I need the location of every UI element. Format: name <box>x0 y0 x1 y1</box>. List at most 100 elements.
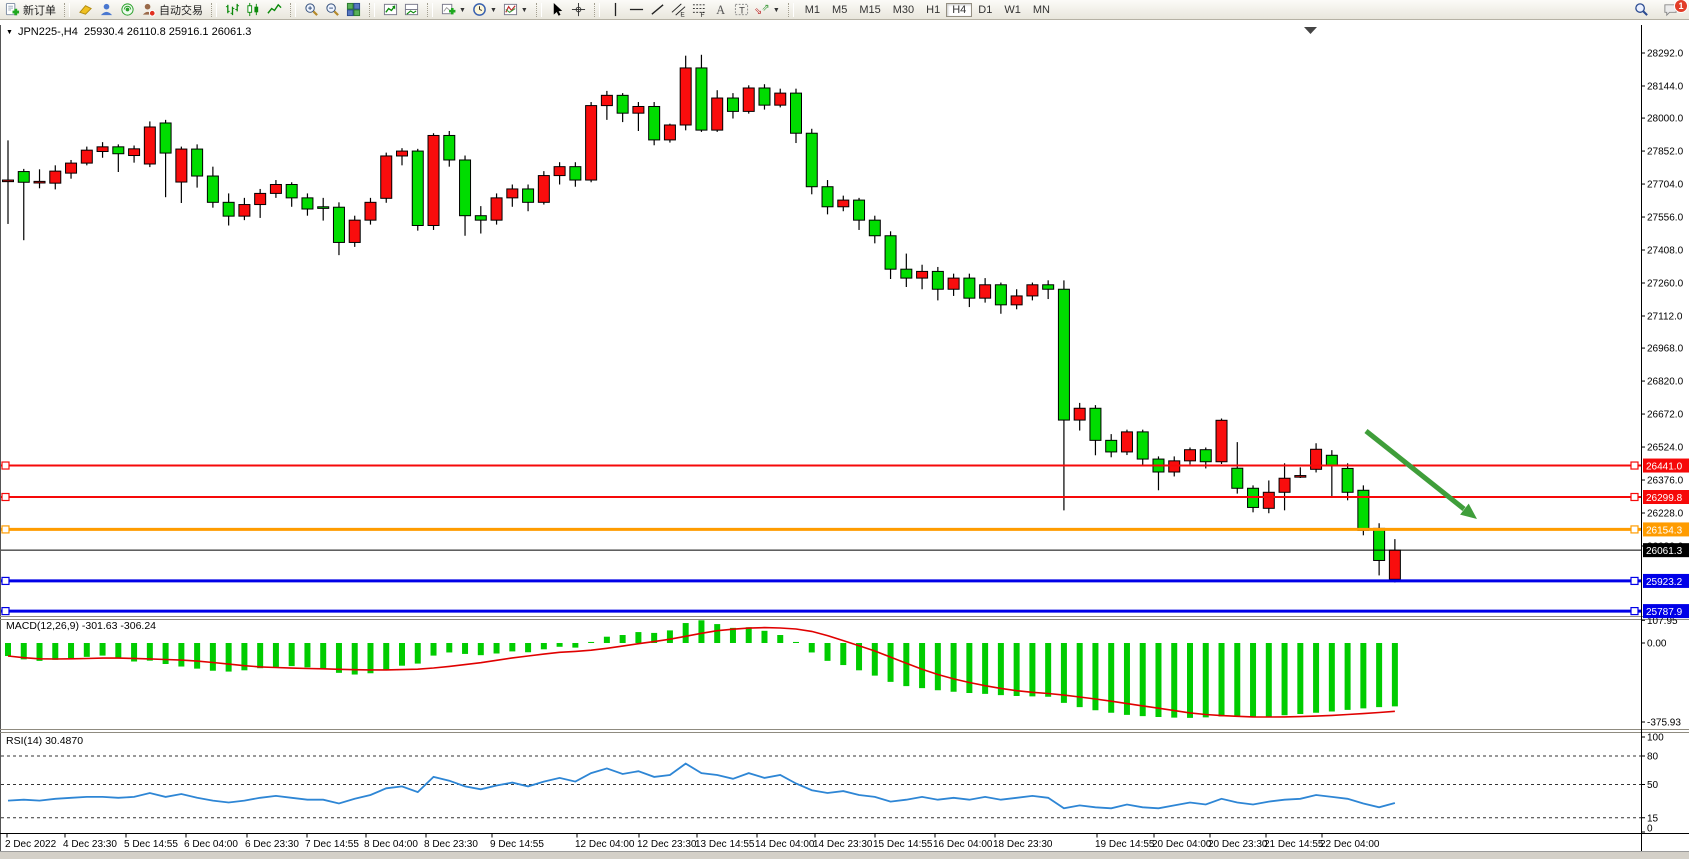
equidistant-channel-button[interactable]: E <box>668 1 689 18</box>
price-badge-26061.3: 26061.3 <box>1643 543 1689 557</box>
toolbar-separator <box>64 3 70 17</box>
svg-text:28292.0: 28292.0 <box>1647 49 1684 60</box>
price-badge-26441.0: 26441.0 <box>1643 459 1689 473</box>
svg-text:27260.0: 27260.0 <box>1647 279 1684 290</box>
svg-text:26376.0: 26376.0 <box>1647 476 1684 487</box>
crosshair-button[interactable] <box>568 1 589 18</box>
tiles-icon <box>346 2 361 17</box>
chart-canvas[interactable]: 107.950.00-375.93100805015028292.028144.… <box>0 0 1689 859</box>
line-chart-button[interactable] <box>264 1 285 18</box>
chevron-down-icon[interactable]: ▼ <box>773 7 780 14</box>
svg-text:6 Dec 23:30: 6 Dec 23:30 <box>245 839 299 850</box>
chart-title: ▼ JPN225-,H4 25930.4 26110.8 25916.1 260… <box>6 26 251 38</box>
svg-text:26061.3: 26061.3 <box>1646 546 1683 557</box>
ind-list-icon <box>383 2 398 17</box>
new-order-button[interactable]: 新订单 <box>2 1 59 19</box>
bar-chart-button[interactable] <box>222 1 243 18</box>
zoom-in-button[interactable] <box>301 1 322 18</box>
svg-text:6 Dec 04:00: 6 Dec 04:00 <box>184 839 238 850</box>
toolbar-group-trade: 新订单 <box>0 0 61 19</box>
svg-text:0: 0 <box>1647 824 1653 835</box>
text-a-icon: A <box>713 2 728 17</box>
market-button[interactable] <box>75 1 96 18</box>
svg-text:27704.0: 27704.0 <box>1647 180 1684 191</box>
svg-text:28144.0: 28144.0 <box>1647 81 1684 92</box>
horizontal-line-button[interactable] <box>626 1 647 18</box>
svg-text:F: F <box>700 12 704 17</box>
svg-text:8 Dec 23:30: 8 Dec 23:30 <box>424 839 478 850</box>
signals-button[interactable] <box>117 1 138 18</box>
vline-icon <box>608 2 623 17</box>
notifications-button[interactable]: 1 <box>1660 1 1681 18</box>
timeframe-m30-button[interactable]: M30 <box>887 3 920 17</box>
toolbar-group-arrange <box>378 0 424 19</box>
svg-text:21 Dec 14:55: 21 Dec 14:55 <box>1264 839 1324 850</box>
periods-button[interactable]: ▼ <box>469 1 500 18</box>
timeframe-mn-button[interactable]: MN <box>1027 3 1056 17</box>
svg-text:A: A <box>716 3 725 17</box>
community-button[interactable] <box>96 1 117 18</box>
svg-text:26672.0: 26672.0 <box>1647 410 1684 421</box>
main-toolbar: 新订单自动交易▼▼▼EFAT⇘⇗▼M1M5M15M30H1H4D1W1MN <box>0 0 1689 20</box>
timeframe-d1-button[interactable]: D1 <box>972 3 998 17</box>
svg-text:20 Dec 04:00: 20 Dec 04:00 <box>1152 839 1212 850</box>
cursor-icon <box>550 2 565 17</box>
timeframe-w1-button[interactable]: W1 <box>998 3 1027 17</box>
text-label-button[interactable]: T <box>731 1 752 18</box>
chart-title-text: JPN225-,H4 25930.4 26110.8 25916.1 26061… <box>18 26 251 38</box>
ind-win-icon <box>404 2 419 17</box>
timeframe-h1-button[interactable]: H1 <box>920 3 946 17</box>
svg-text:0.00: 0.00 <box>1647 639 1667 650</box>
svg-text:13 Dec 14:55: 13 Dec 14:55 <box>695 839 755 850</box>
chart-line-icon <box>267 2 282 17</box>
svg-text:28000.0: 28000.0 <box>1647 114 1684 125</box>
chevron-down-icon[interactable]: ▼ <box>490 7 497 14</box>
toolbar-separator <box>788 3 794 17</box>
toolbar-group-insert: ▼ ▼ ▼ <box>436 0 533 19</box>
price-badge-26154.3: 26154.3 <box>1643 522 1689 536</box>
zoom-in-icon <box>304 2 319 17</box>
indicator-list-button[interactable] <box>380 1 401 18</box>
chevron-down-icon[interactable]: ▼ <box>459 7 466 14</box>
fibonacci-button[interactable]: F <box>689 1 710 18</box>
search-button[interactable] <box>1631 1 1652 18</box>
svg-text:12 Dec 23:30: 12 Dec 23:30 <box>637 839 697 850</box>
chevron-down-icon[interactable]: ▼ <box>6 29 13 36</box>
auto-trading-button[interactable]: 自动交易 <box>138 1 206 19</box>
community-icon <box>99 2 114 17</box>
text-button[interactable]: A <box>710 1 731 18</box>
svg-text:7 Dec 14:55: 7 Dec 14:55 <box>305 839 359 850</box>
toolbar-group-services: 自动交易 <box>73 0 208 19</box>
timeframe-m1-button[interactable]: M1 <box>799 3 826 17</box>
toolbar-right: 1 <box>1631 0 1681 19</box>
svg-text:22 Dec 04:00: 22 Dec 04:00 <box>1320 839 1380 850</box>
zoom-out-button[interactable] <box>322 1 343 18</box>
add-ind-icon <box>441 2 456 17</box>
svg-text:15 Dec 14:55: 15 Dec 14:55 <box>873 839 933 850</box>
add-indicator-button[interactable]: ▼ <box>438 1 469 18</box>
timeframe-m15-button[interactable]: M15 <box>853 3 886 17</box>
templates-button[interactable]: ▼ <box>500 1 531 18</box>
shapes-icon: ⇘⇗ <box>755 2 770 17</box>
bottom-strip <box>0 852 1689 859</box>
timeframe-h4-button[interactable]: H4 <box>946 3 972 17</box>
indicator-window-button[interactable] <box>401 1 422 18</box>
tile-windows-button[interactable] <box>343 1 364 18</box>
chart-bars-icon <box>225 2 240 17</box>
crosshair-icon <box>571 2 586 17</box>
template-icon <box>503 2 518 17</box>
rsi-indicator-label: RSI(14) 30.4870 <box>6 735 83 747</box>
candle-chart-button[interactable] <box>243 1 264 18</box>
chevron-down-icon[interactable]: ▼ <box>521 7 528 14</box>
svg-text:26524.0: 26524.0 <box>1647 443 1684 454</box>
toolbar-group-pointer <box>545 0 591 19</box>
toolbar-separator <box>536 3 542 17</box>
svg-text:9 Dec 14:55: 9 Dec 14:55 <box>490 839 544 850</box>
arrows-button[interactable]: ⇘⇗▼ <box>752 1 783 18</box>
vertical-line-button[interactable] <box>605 1 626 18</box>
cursor-button[interactable] <box>547 1 568 18</box>
timeframe-m5-button[interactable]: M5 <box>826 3 853 17</box>
trendline-button[interactable] <box>647 1 668 18</box>
svg-text:8 Dec 04:00: 8 Dec 04:00 <box>364 839 418 850</box>
svg-text:T: T <box>739 5 745 15</box>
